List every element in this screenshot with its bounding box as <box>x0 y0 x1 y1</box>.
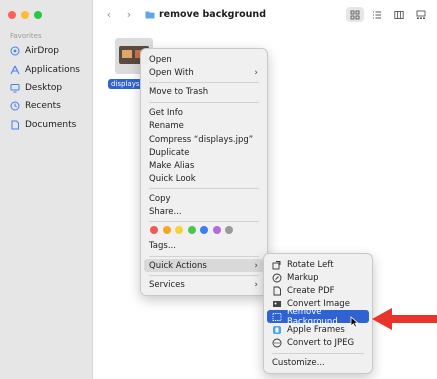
menu-item-share[interactable]: Share... <box>144 205 264 218</box>
column-view-button[interactable] <box>390 7 408 22</box>
menu-item-label: Open With <box>149 67 194 78</box>
tag-color-dot[interactable] <box>162 226 171 234</box>
tag-color-dot[interactable] <box>225 226 233 234</box>
sidebar-item-label: Desktop <box>25 83 63 93</box>
menu-item-compress[interactable]: Compress “displays.jpg” <box>144 133 264 146</box>
sidebar-item-label: Documents <box>25 120 77 130</box>
folder-title: remove background <box>145 9 266 20</box>
document-icon <box>11 120 19 130</box>
menu-item-create-pdf[interactable]: Create PDF <box>267 284 369 297</box>
quick-actions-submenu: Rotate Left Markup Create PDF Convert Im… <box>263 253 373 374</box>
menu-item-make-alias[interactable]: Make Alias <box>144 159 264 172</box>
tag-color-dot[interactable] <box>175 226 183 234</box>
menu-separator <box>149 188 259 189</box>
close-window-button[interactable] <box>8 11 16 19</box>
favorites-header: Favorites <box>10 32 42 40</box>
finder-window: Favorites AirDrop Applications Desktop R… <box>0 0 437 379</box>
menu-item-tags[interactable]: Tags... <box>144 239 264 252</box>
tag-color-dot[interactable] <box>212 226 221 234</box>
tag-color-dot[interactable] <box>200 226 208 234</box>
menu-item-services[interactable]: Services › <box>144 278 264 291</box>
sidebar-item-recents[interactable]: Recents <box>10 99 61 113</box>
tag-color-dot[interactable] <box>150 226 158 234</box>
menu-item-move-to-trash[interactable]: Move to Trash <box>144 85 264 98</box>
ellipsis-circle-icon <box>272 338 282 348</box>
zoom-window-button[interactable] <box>34 11 42 19</box>
sidebar: Favorites AirDrop Applications Desktop R… <box>0 0 93 379</box>
minimize-window-button[interactable] <box>21 11 29 19</box>
columns-icon <box>394 10 404 19</box>
list-view-button[interactable] <box>368 7 386 22</box>
desktop-icon <box>10 84 20 93</box>
back-button[interactable]: ‹ <box>104 9 114 21</box>
mouse-cursor-icon <box>350 316 359 328</box>
menu-item-rotate-left[interactable]: Rotate Left <box>267 258 369 271</box>
remove-background-icon <box>272 312 282 322</box>
gallery-view-button[interactable] <box>412 7 430 22</box>
menu-item-quick-look[interactable]: Quick Look <box>144 172 264 185</box>
menu-item-quick-actions[interactable]: Quick Actions › <box>144 259 264 272</box>
grid-icon <box>350 10 360 19</box>
airdrop-icon <box>10 46 20 56</box>
list-icon <box>373 11 381 18</box>
folder-title-text: remove background <box>159 9 266 20</box>
rotate-left-icon <box>272 260 282 270</box>
menu-separator <box>149 102 259 103</box>
chevron-right-icon: › <box>254 279 258 290</box>
menu-item-duplicate[interactable]: Duplicate <box>144 146 264 159</box>
menu-item-copy[interactable]: Copy <box>144 192 264 205</box>
sidebar-item-desktop[interactable]: Desktop <box>10 81 62 95</box>
menu-item-rename[interactable]: Rename <box>144 119 264 132</box>
menu-item-label: Services <box>149 279 185 290</box>
red-arrow-annotation-icon <box>372 308 437 330</box>
menu-item-label: Markup <box>287 272 319 283</box>
sidebar-item-applications[interactable]: Applications <box>10 63 80 77</box>
menu-item-label: Create PDF <box>287 285 335 296</box>
icon-view-button[interactable] <box>346 7 364 22</box>
menu-item-open-with[interactable]: Open With › <box>144 66 264 79</box>
menu-item-label: Quick Actions <box>149 260 207 271</box>
menu-item-label: Rotate Left <box>287 259 334 270</box>
menu-item-label: Apple Frames <box>287 324 345 335</box>
clock-icon <box>10 101 20 111</box>
menu-item-get-info[interactable]: Get Info <box>144 106 264 119</box>
apple-frames-icon <box>272 325 282 335</box>
context-menu: Open Open With › Move to Trash Get Info … <box>140 48 268 296</box>
markup-icon <box>272 273 282 283</box>
forward-button[interactable]: › <box>124 9 134 21</box>
sidebar-item-label: Recents <box>25 101 61 111</box>
menu-item-markup[interactable]: Markup <box>267 271 369 284</box>
menu-separator <box>149 82 259 83</box>
sidebar-item-label: AirDrop <box>25 46 60 56</box>
applications-icon <box>10 65 20 75</box>
gallery-icon <box>416 10 426 19</box>
menu-item-convert-to-jpeg[interactable]: Convert to JPEG <box>267 336 369 349</box>
menu-separator <box>149 275 259 276</box>
menu-separator <box>272 353 364 354</box>
menu-separator <box>149 221 259 222</box>
sidebar-item-label: Applications <box>25 65 80 75</box>
chevron-right-icon: › <box>254 260 258 271</box>
sidebar-item-airdrop[interactable]: AirDrop <box>10 44 59 58</box>
convert-image-icon <box>272 299 282 309</box>
chevron-right-icon: › <box>254 67 258 78</box>
menu-item-customize[interactable]: Customize... <box>267 356 369 369</box>
tag-color-dot[interactable] <box>187 226 196 234</box>
pdf-icon <box>272 286 282 296</box>
sidebar-item-documents[interactable]: Documents <box>10 118 76 132</box>
menu-item-open[interactable]: Open <box>144 53 264 66</box>
menu-separator <box>149 256 259 257</box>
folder-icon <box>145 11 155 19</box>
menu-item-label: Convert to JPEG <box>287 337 355 348</box>
